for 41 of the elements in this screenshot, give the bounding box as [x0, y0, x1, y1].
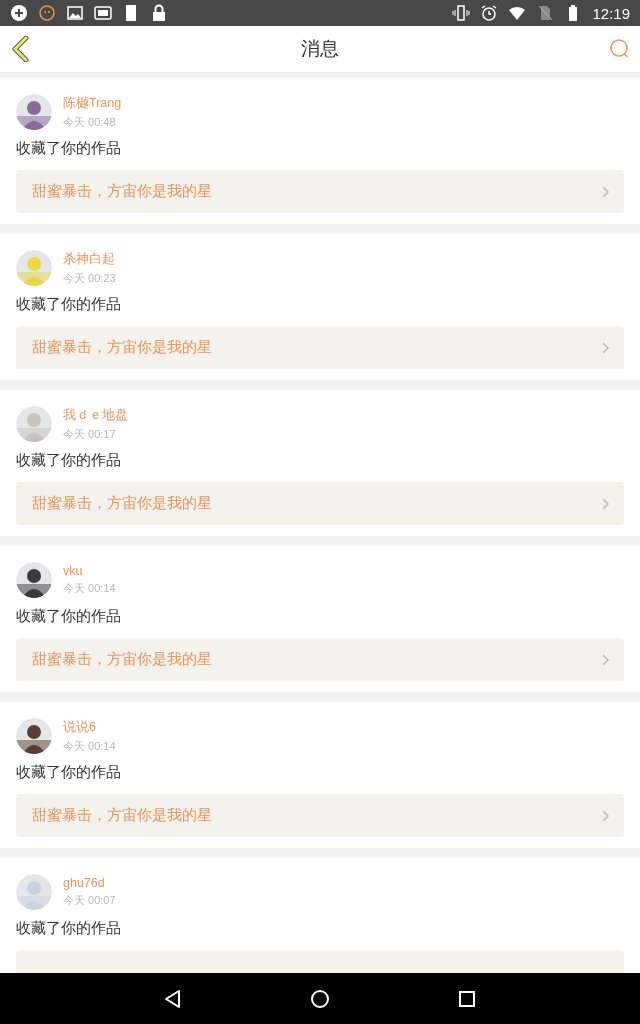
work-link[interactable]: 甜蜜暴击，方宙你是我的星 [16, 794, 624, 837]
user-name[interactable]: 我ｄｅ地盘 [63, 406, 128, 424]
lock-icon [150, 4, 168, 22]
image-icon [66, 4, 84, 22]
vibrate-icon [452, 4, 471, 22]
message-time: 今天 00:07 [63, 893, 116, 908]
work-link[interactable]: 甜蜜暴击，方宙你是我的星 [16, 482, 624, 525]
work-link[interactable]: 甜蜜暴击，方宙你是我的星 [16, 638, 624, 681]
plus-icon [10, 4, 28, 22]
message-time: 今天 00:17 [63, 426, 117, 442]
page-title: 消息 [301, 36, 339, 61]
alarm-icon [480, 4, 499, 22]
chevron-icon [602, 341, 610, 354]
message-time: 今天 00:14 [63, 581, 116, 596]
wifi-icon [508, 4, 527, 22]
message-text: 收藏了你的作品 [16, 607, 122, 626]
no-sim-icon [536, 4, 555, 22]
chevron-icon [602, 185, 610, 198]
chevron-icon [602, 809, 610, 822]
work-link[interactable]: 甜蜜暴击，方宙你是我的星 [16, 326, 624, 369]
tv-icon [94, 4, 112, 22]
message-text: 收藏了你的作品 [16, 919, 122, 938]
message-text: 收藏了你的作品 [16, 763, 122, 782]
user-name[interactable]: 说说6 [63, 718, 116, 736]
clock: 12:19 [592, 4, 630, 22]
user-name[interactable]: 陈樾Trang [63, 94, 122, 112]
chevron-icon [602, 653, 610, 666]
recent-apps-icon[interactable] [456, 988, 477, 1009]
face-icon [38, 4, 56, 22]
home-icon[interactable] [310, 988, 330, 1009]
message-time: 今天 00:23 [63, 270, 116, 286]
message-text: 收藏了你的作品 [16, 295, 122, 314]
chevron-icon [602, 497, 610, 510]
user-name[interactable]: 杀神白起 [63, 250, 116, 268]
message-text: 收藏了你的作品 [16, 139, 122, 158]
work-link[interactable]: 甜蜜暴击，方宙你是我的星 [16, 170, 624, 213]
user-name[interactable]: vku [63, 564, 116, 578]
user-name[interactable]: ghu76d [63, 876, 116, 890]
message-time: 今天 00:48 [63, 114, 117, 130]
message-text: 收藏了你的作品 [16, 451, 122, 470]
message-time: 今天 00:14 [63, 738, 116, 754]
